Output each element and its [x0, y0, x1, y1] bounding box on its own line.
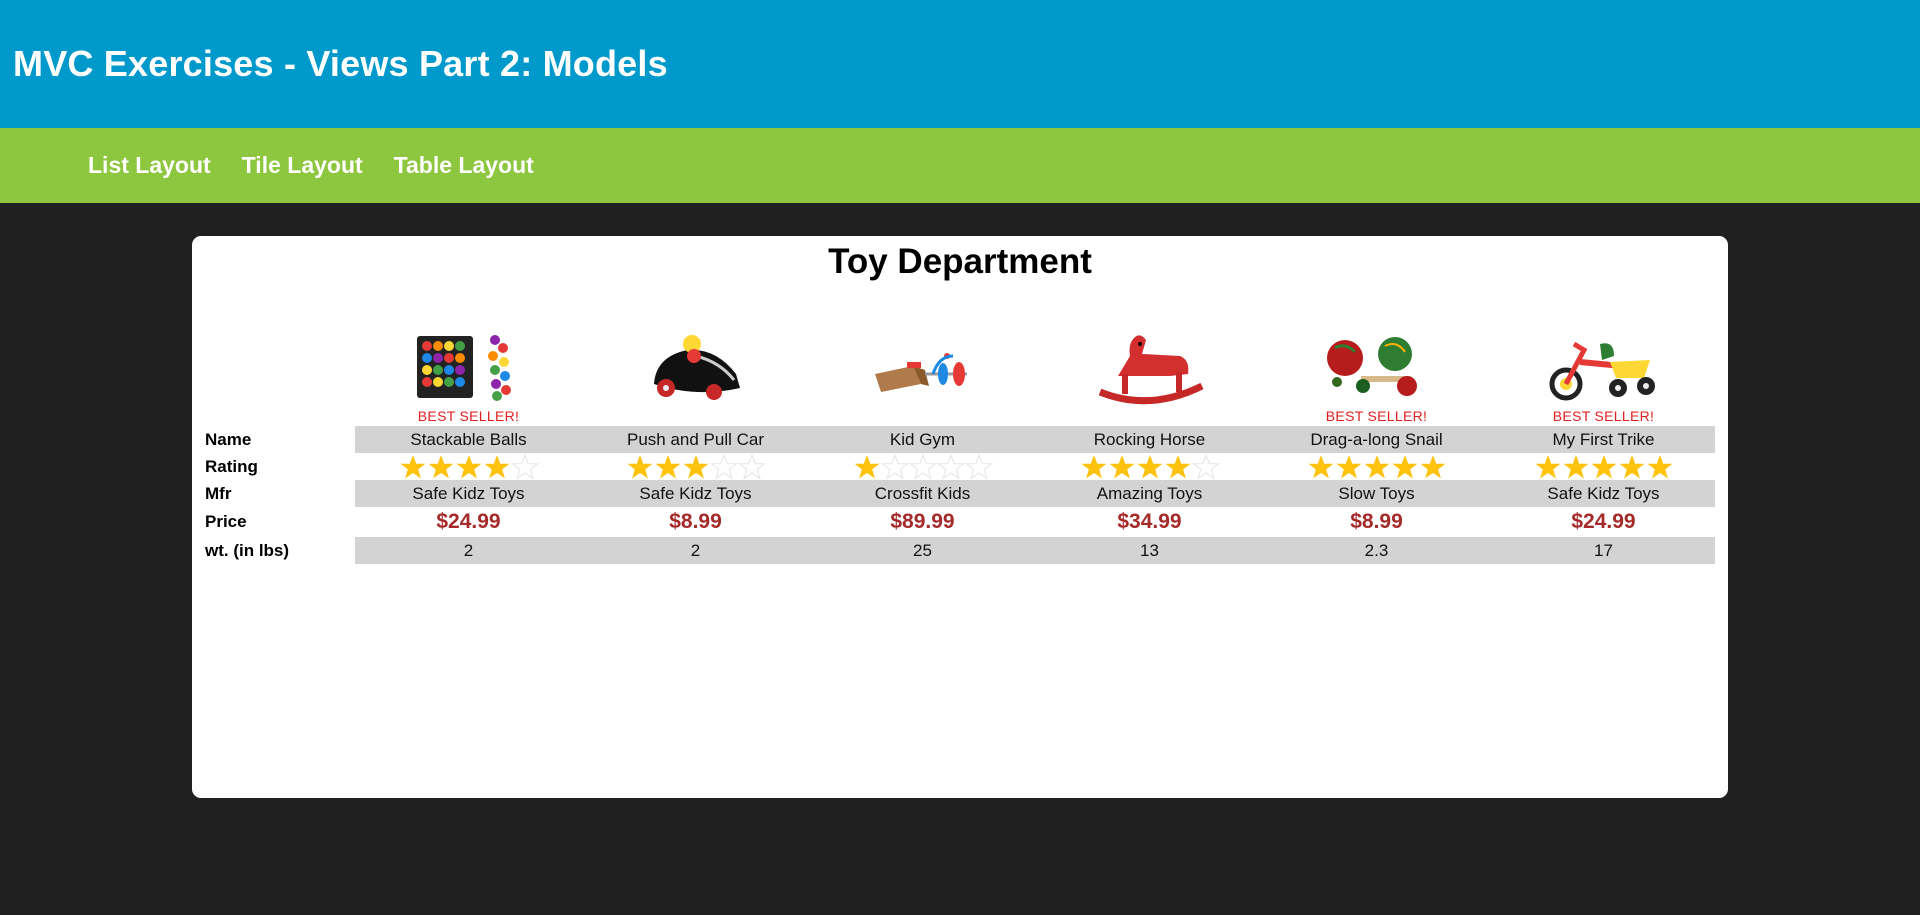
star-filled-icon: [1081, 454, 1106, 478]
panel-title: Toy Department: [828, 242, 1092, 281]
image-row: BEST SELLER! BEST SELLER! BEST SELLER!: [205, 316, 1715, 426]
push-pull-car-icon[interactable]: [636, 326, 756, 406]
best-seller-badge: BEST SELLER!: [417, 408, 520, 424]
star-filled-icon: [1591, 454, 1616, 478]
toy-price: $34.99: [1117, 510, 1182, 533]
toy-image-cell: [582, 316, 809, 426]
star-rating: [1263, 453, 1490, 480]
nav-tile-layout[interactable]: Tile Layout: [242, 152, 363, 179]
toy-image-cell: [809, 316, 1036, 426]
star-empty-icon: [880, 453, 909, 480]
row-label-mfr: Mfr: [205, 483, 232, 503]
toy-name: Stackable Balls: [410, 429, 527, 449]
star-empty-icon: [1191, 453, 1220, 480]
star-filled-icon: [627, 454, 652, 478]
content-panel: Toy Department BEST SELLER! BEST SELLER!…: [192, 236, 1728, 798]
row-label-name: Name: [205, 429, 252, 449]
toy-mfr: Safe Kidz Toys: [639, 483, 752, 503]
toy-name: Drag-a-long Snail: [1310, 429, 1443, 449]
row-label-rating: Rating: [205, 456, 258, 476]
star-rating: [1036, 453, 1263, 480]
toy-weight: 2: [463, 540, 474, 560]
star-filled-icon: [1308, 454, 1333, 478]
star-filled-icon: [1619, 454, 1644, 478]
snail-toy-icon[interactable]: [1317, 326, 1437, 406]
page-title: MVC Exercises - Views Part 2: Models: [13, 43, 668, 84]
star-filled-icon: [1109, 454, 1134, 478]
toy-mfr: Crossfit Kids: [874, 483, 971, 503]
star-empty-icon: [936, 453, 965, 480]
page-header: MVC Exercises - Views Part 2: Models: [0, 0, 1920, 128]
star-filled-icon: [854, 454, 879, 478]
star-rating: [582, 453, 809, 480]
toy-price: $8.99: [1350, 510, 1403, 533]
star-empty-icon: [964, 453, 993, 480]
trike-icon[interactable]: [1544, 326, 1664, 406]
star-filled-icon: [1364, 454, 1389, 478]
toy-image-cell: BEST SELLER!: [1490, 316, 1717, 426]
toy-mfr: Safe Kidz Toys: [1547, 483, 1660, 503]
toy-image-cell: BEST SELLER!: [355, 316, 582, 426]
toy-price: $24.99: [436, 510, 501, 533]
toy-name: Kid Gym: [889, 429, 956, 449]
toy-name: Push and Pull Car: [626, 429, 765, 449]
star-empty-icon: [510, 453, 539, 480]
toy-price: $24.99: [1571, 510, 1636, 533]
toy-weight: 2.3: [1364, 540, 1389, 560]
nav-bar: List Layout Tile Layout Table Layout: [0, 128, 1920, 203]
toy-image-cell: BEST SELLER!: [1263, 316, 1490, 426]
best-seller-badge: BEST SELLER!: [1325, 408, 1428, 424]
star-rating: [355, 453, 582, 480]
toy-weight: 2: [690, 540, 701, 560]
star-filled-icon: [456, 454, 481, 478]
best-seller-badge: BEST SELLER!: [1552, 408, 1655, 424]
star-filled-icon: [1165, 454, 1190, 478]
nav-table-layout[interactable]: Table Layout: [394, 152, 534, 179]
star-filled-icon: [1563, 454, 1588, 478]
star-filled-icon: [400, 454, 425, 478]
star-filled-icon: [655, 454, 680, 478]
price-row: Price $24.99 $8.99 $89.99 $34.99 $8.99 $…: [205, 507, 1715, 537]
toy-table: BEST SELLER! BEST SELLER! BEST SELLER! N…: [205, 316, 1715, 564]
star-filled-icon: [1392, 454, 1417, 478]
toy-name: Rocking Horse: [1093, 429, 1206, 449]
star-filled-icon: [1647, 454, 1672, 478]
mfr-row: Mfr Safe Kidz Toys Safe Kidz Toys Crossf…: [205, 480, 1715, 507]
star-filled-icon: [428, 454, 453, 478]
star-filled-icon: [1420, 454, 1445, 478]
star-filled-icon: [1535, 454, 1560, 478]
rating-row: Rating: [205, 453, 1715, 480]
star-filled-icon: [1137, 454, 1162, 478]
star-rating: [1490, 453, 1717, 480]
star-rating: [809, 453, 1036, 480]
toy-weight: 25: [913, 540, 932, 560]
star-empty-icon: [737, 453, 766, 480]
row-label-weight: wt. (in lbs): [205, 540, 290, 560]
star-empty-icon: [709, 453, 738, 480]
kid-gym-icon[interactable]: [863, 326, 983, 406]
stackable-balls-icon[interactable]: [409, 326, 529, 406]
star-filled-icon: [484, 454, 509, 478]
toy-mfr: Amazing Toys: [1096, 483, 1203, 503]
toy-mfr: Slow Toys: [1338, 483, 1415, 503]
toy-weight: 13: [1140, 540, 1159, 560]
toy-price: $89.99: [890, 510, 955, 533]
star-filled-icon: [1336, 454, 1361, 478]
toy-mfr: Safe Kidz Toys: [412, 483, 525, 503]
toy-name: My First Trike: [1552, 429, 1655, 449]
row-label-price: Price: [205, 512, 247, 531]
toy-weight: 17: [1594, 540, 1613, 560]
star-empty-icon: [908, 453, 937, 480]
star-filled-icon: [683, 454, 708, 478]
nav-list-layout[interactable]: List Layout: [88, 152, 211, 179]
name-row: Name Stackable Balls Push and Pull Car K…: [205, 426, 1715, 453]
toy-price: $8.99: [669, 510, 722, 533]
toy-image-cell: [1036, 316, 1263, 426]
weight-row: wt. (in lbs) 2 2 25 13 2.3 17: [205, 537, 1715, 564]
rocking-horse-icon[interactable]: [1090, 326, 1210, 406]
